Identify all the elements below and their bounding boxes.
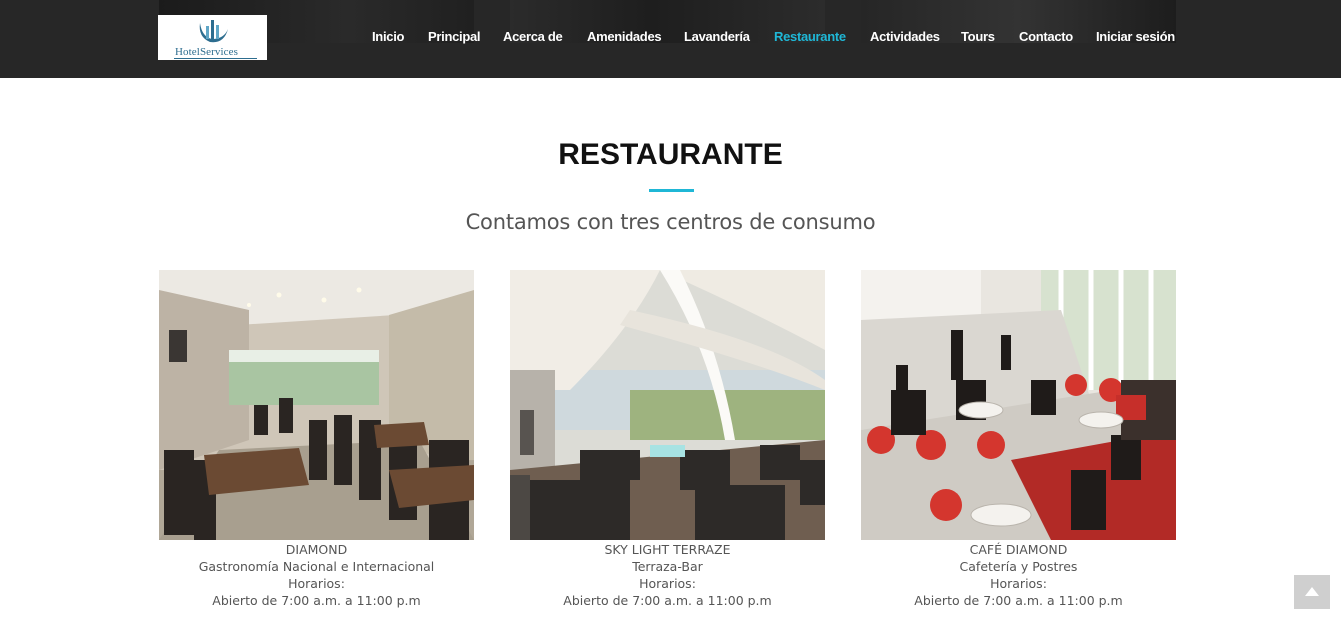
- logo-underline: [174, 58, 257, 59]
- site-logo[interactable]: HotelServices: [158, 15, 267, 60]
- restaurant-name: DIAMOND: [285, 542, 348, 557]
- restaurant-photo[interactable]: [510, 270, 825, 540]
- restaurant-type: Terraza-Bar: [632, 559, 703, 574]
- restaurant-card-cafe-diamond: CAFÉ DIAMOND Cafetería y Postres Horario…: [861, 270, 1176, 609]
- restaurant-hours: Abierto de 7:00 a.m. a 11:00 p.m: [212, 593, 421, 608]
- restaurant-hours-label: Horarios:: [990, 576, 1047, 591]
- nav-item-tours[interactable]: Tours: [961, 28, 995, 45]
- building-logo-icon: [199, 20, 228, 43]
- chevron-up-icon: [1305, 587, 1319, 596]
- page-title: RESTAURANTE: [558, 138, 783, 171]
- restaurant-caption: CAFÉ DIAMOND Cafetería y Postres Horario…: [861, 541, 1176, 609]
- restaurant-hours-label: Horarios:: [639, 576, 696, 591]
- restaurant-name: CAFÉ DIAMOND: [969, 542, 1068, 557]
- nav-item-amenidades[interactable]: Amenidades: [587, 28, 662, 45]
- restaurant-hours: Abierto de 7:00 a.m. a 11:00 p.m: [914, 593, 1123, 608]
- restaurant-card-diamond: DIAMOND Gastronomía Nacional e Internaci…: [159, 270, 474, 609]
- nav-item-restaurante[interactable]: Restaurante: [774, 28, 846, 45]
- nav-item-acerca-de[interactable]: Acerca de: [503, 28, 563, 45]
- restaurant-photo[interactable]: [861, 270, 1176, 540]
- title-underline: [649, 189, 694, 192]
- nav-item-iniciar-sesion[interactable]: Iniciar sesión: [1096, 28, 1175, 45]
- restaurant-caption: DIAMOND Gastronomía Nacional e Internaci…: [159, 541, 474, 609]
- restaurant-photo[interactable]: [159, 270, 474, 540]
- restaurant-caption: SKY LIGHT TERRAZE Terraza-Bar Horarios: …: [510, 541, 825, 609]
- terrace-image: [510, 270, 825, 540]
- restaurant-name: SKY LIGHT TERRAZE: [604, 542, 731, 557]
- site-header: HotelServices Inicio Principal Acerca de…: [0, 0, 1341, 78]
- restaurant-type: Cafetería y Postres: [959, 559, 1078, 574]
- nav-item-inicio[interactable]: Inicio: [372, 28, 404, 45]
- restaurant-type: Gastronomía Nacional e Internacional: [198, 559, 435, 574]
- restaurant-hours-label: Horarios:: [288, 576, 345, 591]
- cafe-image: [861, 270, 1176, 540]
- restaurant-hours: Abierto de 7:00 a.m. a 11:00 p.m: [563, 593, 772, 608]
- restaurant-card-sky-light-terraze: SKY LIGHT TERRAZE Terraza-Bar Horarios: …: [510, 270, 825, 609]
- nav-item-lavanderia[interactable]: Lavandería: [684, 28, 750, 45]
- dining-room-image: [159, 270, 474, 540]
- scroll-to-top-button[interactable]: [1294, 575, 1330, 609]
- section-subtitle: Contamos con tres centros de consumo: [465, 210, 876, 234]
- nav-item-actividades[interactable]: Actividades: [870, 28, 940, 45]
- nav-item-principal[interactable]: Principal: [428, 28, 481, 45]
- logo-text: HotelServices: [175, 46, 239, 58]
- nav-item-contacto[interactable]: Contacto: [1019, 28, 1073, 45]
